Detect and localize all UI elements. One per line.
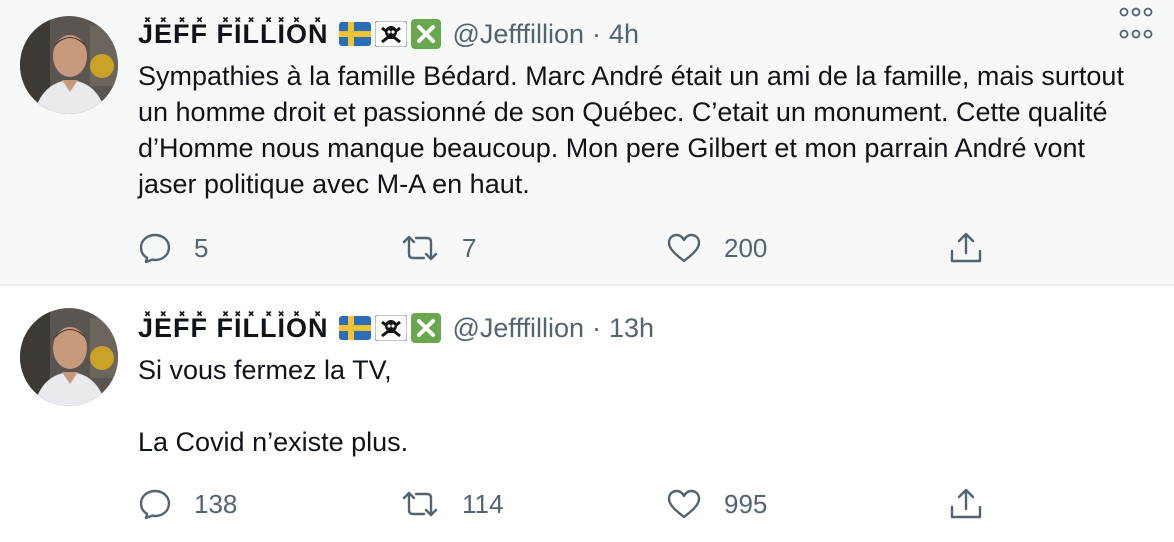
- tweet-header: J̽E̽F̽F̽ F̽I̽L̽L̽I̽O̽N̽ @Jefffillion · 4…: [138, 14, 1084, 54]
- reply-icon: [138, 231, 172, 265]
- name-emojis: [338, 19, 441, 49]
- avatar[interactable]: [20, 16, 118, 114]
- separator: ·: [591, 18, 601, 49]
- more-icon: [1119, 29, 1153, 39]
- cross-mark-icon: [410, 313, 441, 343]
- reply-button[interactable]: 138: [138, 484, 237, 524]
- reply-count: 5: [194, 232, 209, 263]
- retweet-icon: [400, 488, 440, 520]
- heart-icon: [666, 488, 702, 520]
- handle[interactable]: @Jefffillion: [453, 19, 584, 50]
- retweet-count: 114: [462, 488, 504, 519]
- skull-crossbones-icon: [374, 314, 407, 342]
- timestamp[interactable]: 13h: [609, 313, 654, 344]
- tweet-paragraph: Sympathies à la famille Bédard. Marc And…: [138, 61, 1124, 199]
- timestamp[interactable]: 4h: [609, 19, 639, 50]
- reply-button[interactable]: 5: [138, 228, 208, 268]
- share-button[interactable]: [948, 484, 984, 524]
- sweden-flag-icon: [338, 22, 371, 46]
- retweet-count: 7: [462, 232, 477, 263]
- tweet-actions: 5 7 200: [138, 228, 1174, 268]
- tweet-text: Sympathies à la famille Bédard. Marc And…: [138, 58, 1134, 202]
- share-button[interactable]: [948, 228, 984, 268]
- share-icon: [948, 231, 984, 265]
- retweet-icon: [400, 232, 440, 264]
- display-name[interactable]: J̽E̽F̽F̽ F̽I̽L̽L̽I̽O̽N̽: [138, 313, 329, 344]
- skull-crossbones-icon: [374, 20, 407, 48]
- like-button[interactable]: 200: [666, 228, 767, 268]
- reply-count: 138: [194, 488, 238, 519]
- retweet-button[interactable]: 7: [400, 228, 476, 268]
- handle[interactable]: @Jefffillion: [453, 313, 584, 344]
- tweet-paragraph: La Covid n’existe plus.: [138, 427, 409, 457]
- separator: ·: [591, 312, 601, 343]
- reply-icon: [138, 487, 172, 521]
- name-emojis: [338, 313, 441, 343]
- avatar[interactable]: [20, 308, 118, 406]
- cross-mark-icon: [410, 19, 441, 49]
- tweet-actions: 138 114 995: [138, 484, 1174, 524]
- more-options-button[interactable]: [1118, 0, 1154, 24]
- tweet-2[interactable]: J̽E̽F̽F̽ F̽I̽L̽L̽I̽O̽N̽ @Jefffillion · 1…: [0, 288, 1174, 542]
- sweden-flag-icon: [338, 316, 371, 340]
- tweet-header: J̽E̽F̽F̽ F̽I̽L̽L̽I̽O̽N̽ @Jefffillion · 1…: [138, 308, 1084, 348]
- more-icon: [1119, 7, 1153, 17]
- like-button[interactable]: 995: [666, 484, 767, 524]
- tweet-paragraph: Si vous fermez la TV,: [138, 355, 392, 385]
- like-count: 995: [724, 488, 768, 519]
- tweet-text: Si vous fermez la TV, La Covid n’existe …: [138, 352, 1134, 460]
- like-count: 200: [724, 232, 768, 263]
- retweet-button[interactable]: 114: [400, 484, 503, 524]
- more-options-button[interactable]: [1118, 22, 1154, 46]
- tweet-1[interactable]: J̽E̽F̽F̽ F̽I̽L̽L̽I̽O̽N̽ @Jefffillion · 4…: [0, 0, 1174, 286]
- share-icon: [948, 487, 984, 521]
- heart-icon: [666, 232, 702, 264]
- display-name[interactable]: J̽E̽F̽F̽ F̽I̽L̽L̽I̽O̽N̽: [138, 19, 329, 50]
